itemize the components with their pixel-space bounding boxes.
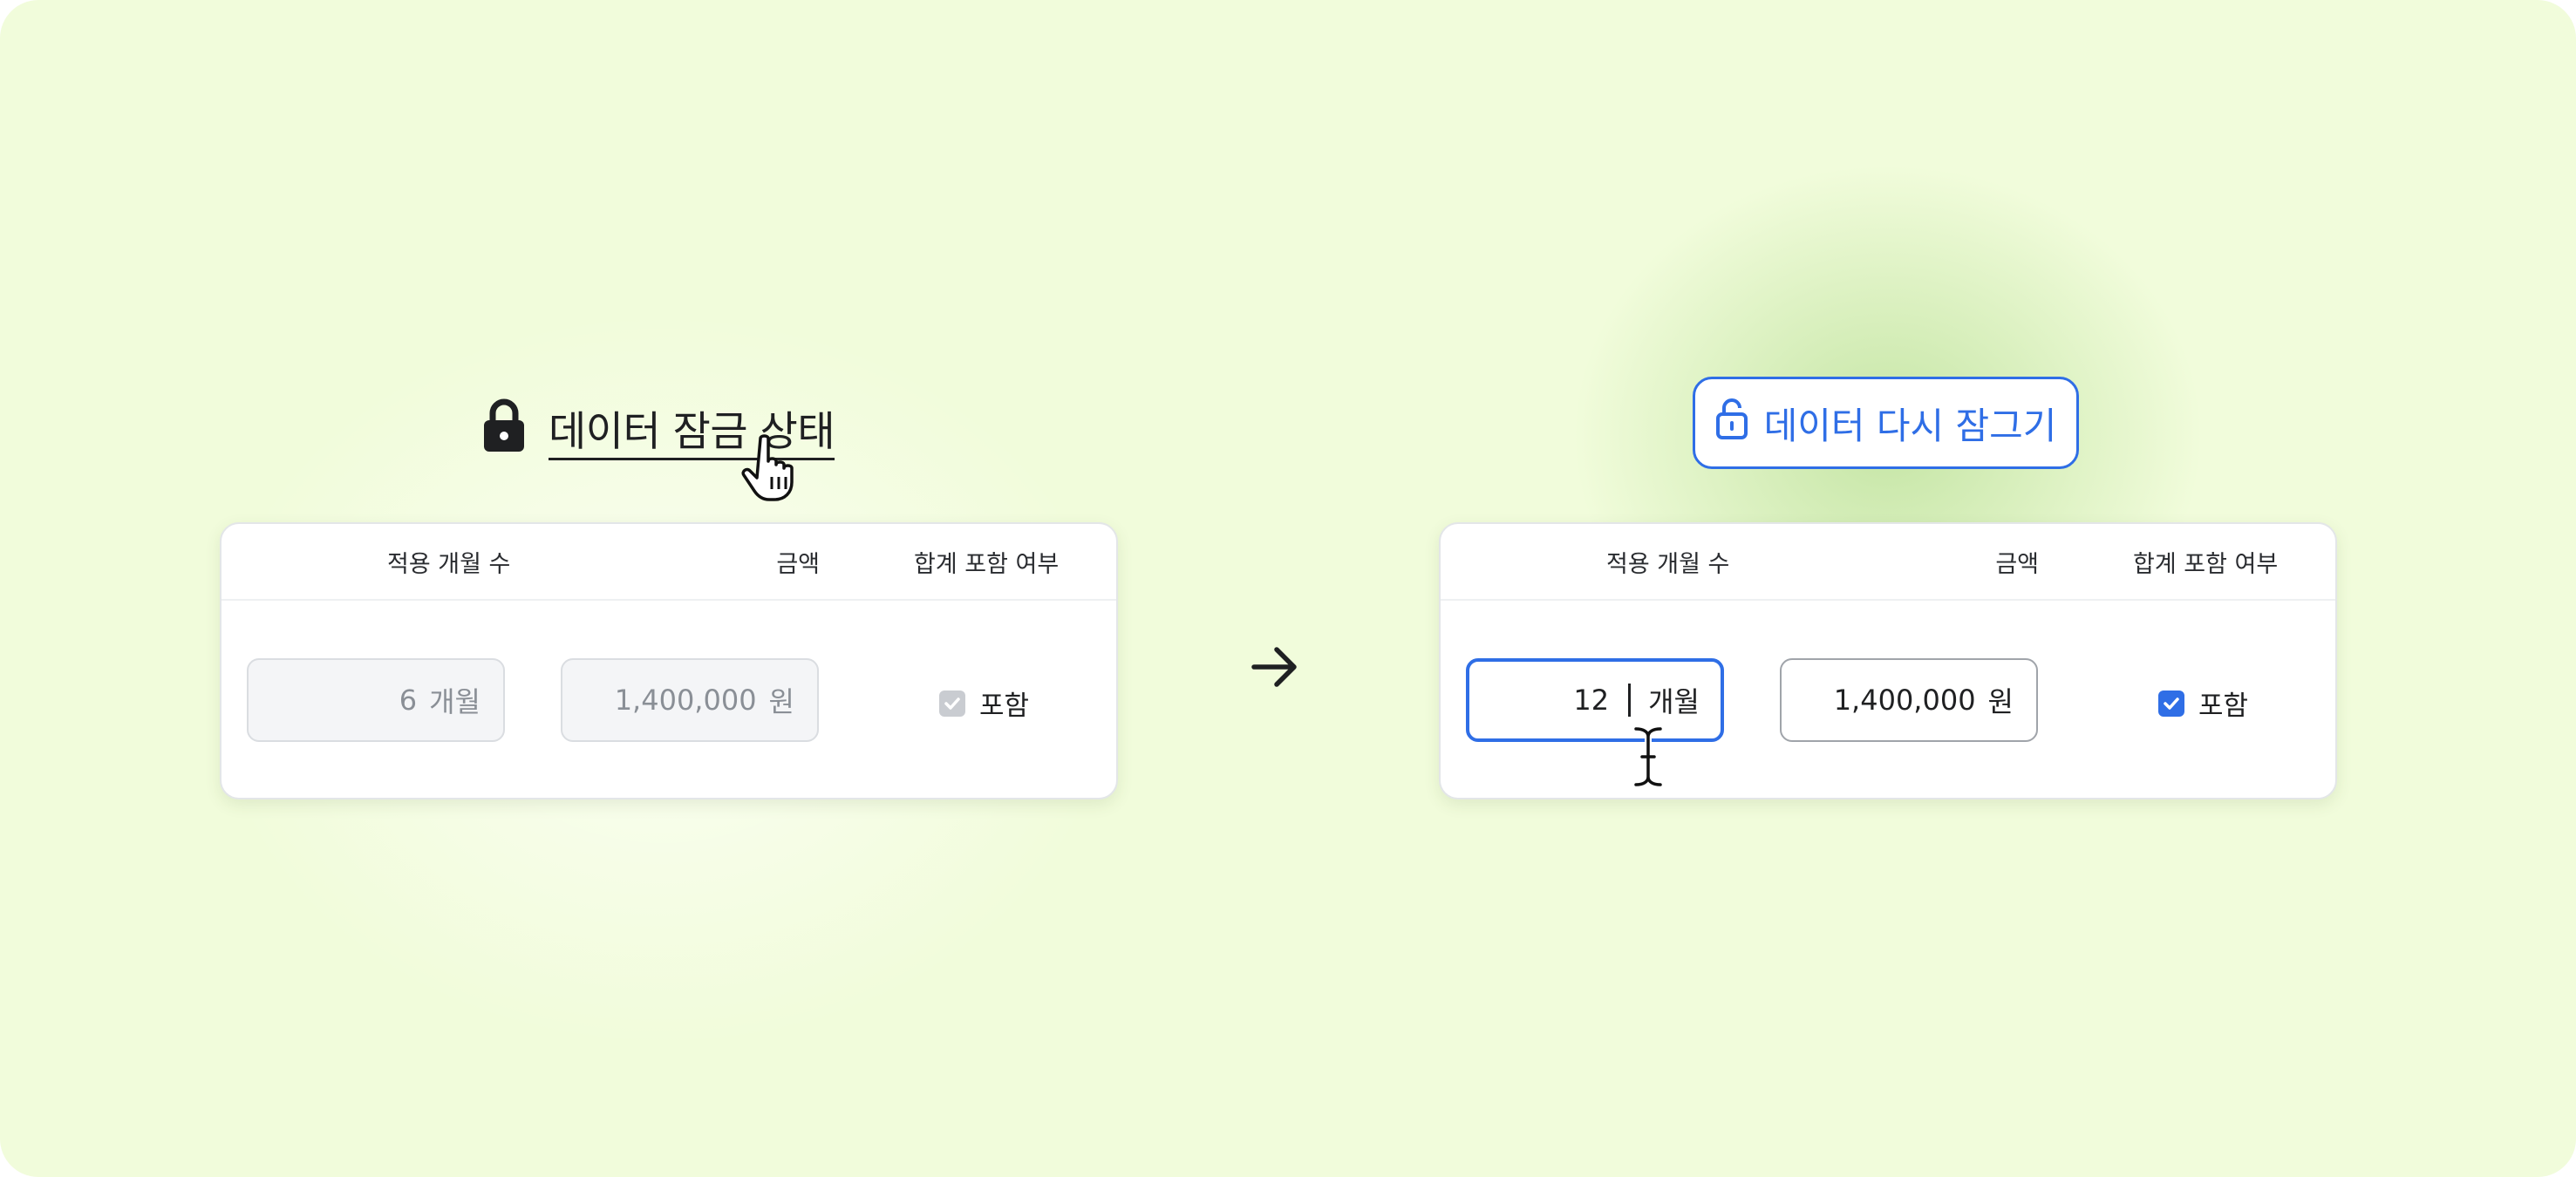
months-input-focused[interactable]: 12 개월 — [1466, 658, 1724, 742]
amount-unit: 원 — [1987, 685, 2014, 718]
include-checkbox[interactable]: 포함 — [2158, 684, 2248, 723]
column-header-months: 적용 개월 수 — [387, 551, 511, 578]
unlock-icon — [1715, 397, 1748, 449]
include-label: 포함 — [979, 691, 1030, 722]
amount-unit: 원 — [768, 685, 794, 718]
editable-table-card: 적용 개월 수 금액 합계 포함 여부 12 개월 1,400,000 원 포함 — [1439, 522, 2337, 799]
relock-data-button[interactable]: 데이터 다시 잠그기 — [1693, 377, 2079, 469]
include-checkbox-disabled: 포함 — [939, 684, 1029, 723]
lock-icon — [482, 398, 526, 457]
checkbox-checked-disabled-icon — [939, 690, 965, 717]
months-unit: 개월 — [429, 685, 480, 718]
include-label: 포함 — [2198, 691, 2249, 722]
checkbox-checked-icon[interactable] — [2158, 690, 2184, 717]
column-header-amount: 금액 — [1995, 551, 2039, 578]
locked-table-card: 적용 개월 수 금액 합계 포함 여부 6 개월 1,400,000 원 포함 — [220, 522, 1118, 799]
text-ibeam-cursor-icon — [1632, 725, 1664, 788]
table-header-row: 적용 개월 수 금액 합계 포함 여부 — [221, 524, 1116, 601]
arrow-right-icon — [1251, 645, 1299, 689]
months-value: 12 — [1573, 684, 1610, 717]
amount-value: 1,400,000 — [614, 684, 757, 717]
column-header-amount: 금액 — [776, 551, 820, 578]
months-unit: 개월 — [1648, 685, 1700, 718]
months-input-disabled: 6 개월 — [247, 658, 505, 742]
column-header-include: 합계 포함 여부 — [2133, 551, 2279, 578]
amount-input[interactable]: 1,400,000 원 — [1780, 658, 2038, 742]
hand-pointer-cursor-icon — [741, 433, 804, 503]
text-caret — [1628, 684, 1632, 717]
relock-button-label: 데이터 다시 잠그기 — [1763, 404, 2057, 447]
illustration-canvas: 데이터 잠금 상태 적용 개월 수 금액 합계 포함 여부 6 개월 1,400… — [0, 0, 2576, 1177]
column-header-months: 적용 개월 수 — [1606, 551, 1730, 578]
amount-input-disabled: 1,400,000 원 — [561, 658, 819, 742]
months-value: 6 — [399, 684, 418, 717]
column-header-include: 합계 포함 여부 — [914, 551, 1060, 578]
table-header-row: 적용 개월 수 금액 합계 포함 여부 — [1441, 524, 2335, 601]
amount-value: 1,400,000 — [1833, 684, 1976, 717]
